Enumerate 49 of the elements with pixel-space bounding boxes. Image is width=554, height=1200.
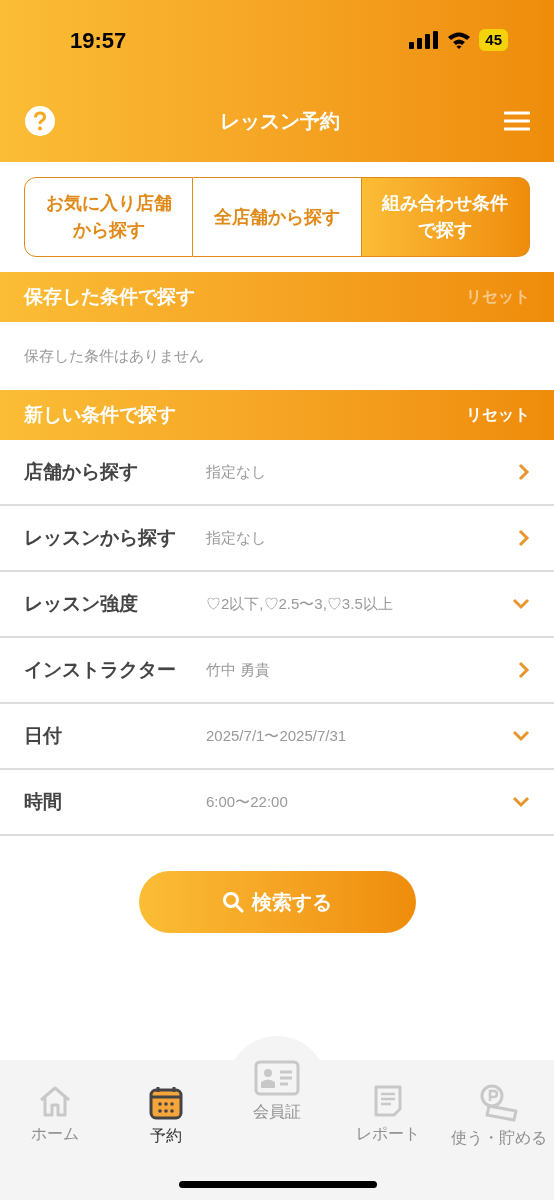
chevron-down-icon — [512, 796, 530, 808]
chevron-down-icon — [512, 598, 530, 610]
condition-label: レッスンから探す — [24, 525, 177, 550]
condition-label: 時間 — [24, 789, 63, 814]
condition-label: 店舗から探す — [24, 459, 139, 484]
chevron-right-icon — [518, 529, 530, 547]
tab-bar-item[interactable]: ホーム — [0, 1070, 111, 1150]
condition-row[interactable]: インストラクター 竹中 勇貴 — [0, 638, 554, 704]
condition-row[interactable]: 店舗から探す 指定なし — [0, 440, 554, 506]
tab-bar-item[interactable]: 使う・貯める — [443, 1070, 554, 1150]
calendar-icon — [148, 1084, 185, 1120]
condition-row[interactable]: 日付 2025/7/1〜2025/7/31 — [0, 704, 554, 770]
document-icon — [372, 1084, 403, 1118]
condition-value: 指定なし — [206, 527, 267, 548]
page-title: レッスン予約 — [220, 109, 340, 134]
condition-value: 6:00〜22:00 — [206, 791, 289, 812]
condition-value: 指定なし — [206, 461, 267, 482]
section-title: 保存した条件で探す — [24, 284, 195, 309]
condition-label: インストラクター — [24, 657, 177, 682]
condition-value: 竹中 勇貴 — [206, 659, 272, 680]
condition-label: レッスン強度 — [24, 591, 139, 616]
condition-value: ♡2以下,♡2.5〜3,♡3.5以上 — [206, 593, 394, 614]
condition-value: 2025/7/1〜2025/7/31 — [206, 725, 348, 746]
condition-row[interactable]: 時間 6:00〜22:00 — [0, 770, 554, 836]
menu-icon[interactable] — [504, 111, 530, 131]
condition-row[interactable]: レッスンから探す 指定なし — [0, 506, 554, 572]
coin-ticket-icon — [478, 1084, 519, 1122]
signal-icon — [409, 31, 440, 49]
wifi-icon — [447, 31, 472, 49]
empty-message: 保存した条件はありません — [24, 345, 204, 366]
tab-bar-item[interactable]: 会員証 — [221, 1060, 333, 1150]
condition-row[interactable]: レッスン強度 ♡2以下,♡2.5〜3,♡3.5以上 — [0, 572, 554, 638]
id-card-icon — [254, 1060, 300, 1096]
battery-indicator: 45 — [479, 29, 508, 51]
search-mode-tab[interactable]: 全店舗から探す — [193, 177, 362, 257]
chevron-right-icon — [518, 463, 530, 481]
search-icon — [222, 891, 244, 913]
chevron-right-icon — [518, 661, 530, 679]
chevron-down-icon — [512, 730, 530, 742]
status-time: 19:57 — [70, 26, 127, 55]
help-icon[interactable] — [24, 105, 56, 137]
tab-bar-item[interactable]: 予約 — [110, 1070, 222, 1150]
reset-button[interactable]: リセット — [466, 403, 530, 427]
search-mode-tab[interactable]: 組み合わせ条件で探す — [361, 177, 530, 257]
condition-label: 日付 — [24, 723, 63, 748]
tab-bar-item[interactable]: レポート — [332, 1070, 444, 1150]
section-title: 新しい条件で探す — [24, 402, 176, 427]
search-mode-tab[interactable]: お気に入り店舗から探す — [24, 177, 194, 257]
search-button[interactable]: 検索する — [138, 871, 416, 933]
